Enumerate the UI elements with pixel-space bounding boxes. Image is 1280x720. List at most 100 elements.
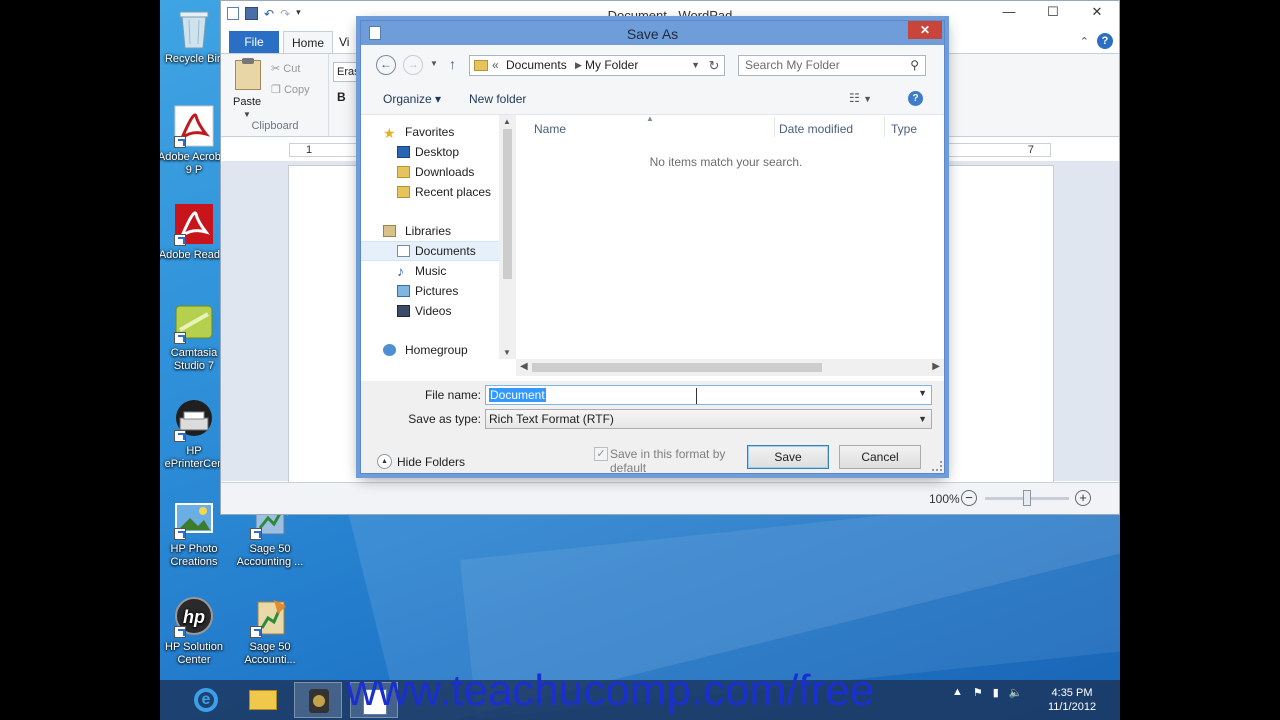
new-folder-button[interactable]: New folder (469, 92, 526, 106)
help-icon[interactable]: ? (1097, 33, 1113, 49)
file-list[interactable]: ▲ Name Date modified Type No items match… (516, 114, 944, 345)
ruler-mark-left: 1 (306, 144, 313, 156)
breadcrumb-documents[interactable]: Documents (506, 56, 567, 75)
tab-file[interactable]: File (229, 31, 279, 53)
zoom-level[interactable]: 100% (929, 492, 960, 506)
scroll-right-icon[interactable]: ▶ (932, 361, 940, 372)
nav-downloads[interactable]: Downloads (361, 163, 499, 181)
pictures-icon (397, 285, 410, 297)
zoom-in-icon[interactable]: + (1075, 490, 1091, 506)
scroll-down-icon[interactable]: ▼ (503, 348, 511, 357)
address-dropdown-icon[interactable]: ▼ (691, 56, 700, 75)
nav-documents[interactable]: Documents (361, 241, 499, 261)
system-tray: ▲ ⚑ ▮ 🔈 (952, 686, 1023, 699)
file-name-input[interactable]: Document ▼ (485, 385, 932, 405)
hp-solution-icon: hp (172, 594, 216, 638)
taskbar-internet-explorer[interactable]: e (182, 682, 230, 718)
navigation-pane-scrollbar[interactable]: ▲ ▼ (499, 115, 516, 359)
minimize-button[interactable]: — (987, 1, 1031, 25)
save-as-type-label: Save as type: (408, 412, 481, 426)
tab-view[interactable]: Vi (339, 31, 349, 53)
organize-button[interactable]: Organize ▾ (383, 92, 441, 106)
desktop-icon-label: HP Solution Center (165, 641, 223, 666)
save-default-checkbox[interactable]: ✓ (594, 447, 608, 461)
file-list-horizontal-scrollbar[interactable]: ◀ ▶ (516, 359, 944, 376)
nav-music[interactable]: ♪ Music (361, 262, 499, 280)
search-icon[interactable]: ⚲ (910, 56, 919, 75)
documents-icon (397, 245, 410, 257)
right-letterbox (1120, 0, 1280, 720)
nav-favorites[interactable]: ★ Favorites (361, 123, 499, 141)
breadcrumb-separator-icon[interactable]: ▶ (575, 56, 582, 75)
shortcut-arrow-icon (174, 626, 186, 638)
paste-icon (235, 58, 261, 90)
maximize-button[interactable]: ☐ (1031, 1, 1075, 25)
forward-button[interactable]: → (403, 55, 423, 75)
dialog-help-button[interactable]: ? (908, 91, 923, 106)
zoom-slider-thumb[interactable] (1023, 490, 1031, 506)
save-as-dialog[interactable]: Save As ✕ ← → ▼ ↑ « Documents ▶ My Folde… (360, 20, 945, 475)
save-as-type-select[interactable]: Rich Text Format (RTF) ▼ (485, 409, 932, 429)
dialog-close-button[interactable]: ✕ (908, 21, 942, 39)
copy-button[interactable]: ❐ Copy (271, 83, 310, 96)
camtasia-icon (172, 300, 216, 344)
desktop-icon-sage-2[interactable]: Sage 50 Accounti... (232, 594, 308, 667)
action-center-flag-icon[interactable]: ⚑ (973, 686, 983, 699)
save-button[interactable]: Save (747, 445, 829, 469)
nav-recent-places[interactable]: Recent places (361, 183, 499, 201)
cancel-button[interactable]: Cancel (839, 445, 921, 469)
zoom-out-icon[interactable]: − (961, 490, 977, 506)
resize-grip-icon[interactable] (932, 461, 942, 471)
column-name[interactable]: Name (534, 122, 566, 136)
clock-time: 4:35 PM (1051, 687, 1093, 699)
volume-icon[interactable]: 🔈 (1009, 686, 1023, 699)
scroll-up-icon[interactable]: ▲ (503, 117, 511, 126)
file-name-dropdown-icon[interactable]: ▼ (918, 388, 927, 398)
file-name-value[interactable]: Document (489, 388, 546, 402)
refresh-button[interactable]: ↻ (704, 55, 725, 76)
nav-videos[interactable]: Videos (361, 302, 499, 320)
network-icon[interactable]: ▮ (993, 686, 999, 699)
column-separator (884, 117, 885, 137)
nav-pictures[interactable]: Pictures (361, 282, 499, 300)
folder-icon (474, 60, 488, 71)
cut-button[interactable]: ✂ Cut (271, 62, 300, 75)
cut-label: Cut (283, 63, 301, 75)
address-bar[interactable]: « Documents ▶ My Folder ▼ (469, 55, 705, 76)
show-hidden-icons-icon[interactable]: ▲ (952, 686, 963, 699)
shortcut-arrow-icon (174, 234, 186, 246)
breadcrumb-my-folder[interactable]: My Folder (585, 56, 638, 75)
nav-homegroup[interactable]: Homegroup (361, 341, 499, 359)
breadcrumb-overflow[interactable]: « (492, 56, 499, 75)
chevron-down-icon: ▼ (243, 110, 251, 119)
desktop-icon-hp-solution[interactable]: hp HP Solution Center (160, 594, 232, 667)
close-button[interactable]: ✕ (1075, 1, 1119, 25)
up-button[interactable]: ↑ (449, 56, 456, 72)
tab-home[interactable]: Home (283, 31, 333, 54)
hp-printer-icon (172, 398, 216, 442)
column-date-modified[interactable]: Date modified (779, 122, 853, 136)
dialog-titlebar[interactable]: Save As ✕ (361, 21, 944, 45)
bold-button[interactable]: B (337, 90, 346, 104)
ribbon-minimize-icon[interactable]: ⌃ (1080, 35, 1089, 48)
nav-libraries[interactable]: Libraries (361, 222, 499, 240)
shortcut-arrow-icon (174, 332, 186, 344)
change-view-button[interactable]: ☷ ▼ (849, 91, 872, 105)
search-input[interactable]: Search My Folder ⚲ (738, 55, 926, 76)
back-button[interactable]: ← (376, 55, 396, 75)
scroll-left-icon[interactable]: ◀ (520, 361, 528, 372)
nav-desktop[interactable]: Desktop (361, 143, 499, 161)
column-type[interactable]: Type (891, 122, 917, 136)
chevron-down-icon[interactable]: ▼ (918, 410, 927, 428)
taskbar-camtasia-recorder[interactable] (294, 682, 342, 718)
navigation-pane: ★ Favorites Desktop Downloads Recent pla… (361, 115, 499, 359)
taskbar-file-explorer[interactable] (238, 682, 286, 718)
scrollbar-thumb[interactable] (503, 129, 512, 279)
recent-locations-chevron-icon[interactable]: ▼ (430, 59, 438, 68)
desktop-icon-label: Sage 50 Accounti... (244, 641, 296, 666)
shortcut-arrow-icon (250, 528, 262, 540)
scrollbar-thumb[interactable] (532, 363, 822, 372)
desktop: Recycle Bin Adobe Acrobat 9 P Adobe Read… (160, 0, 1120, 720)
nav-pictures-label: Pictures (415, 284, 459, 298)
clock[interactable]: 4:35 PM 11/1/2012 (1042, 686, 1102, 714)
